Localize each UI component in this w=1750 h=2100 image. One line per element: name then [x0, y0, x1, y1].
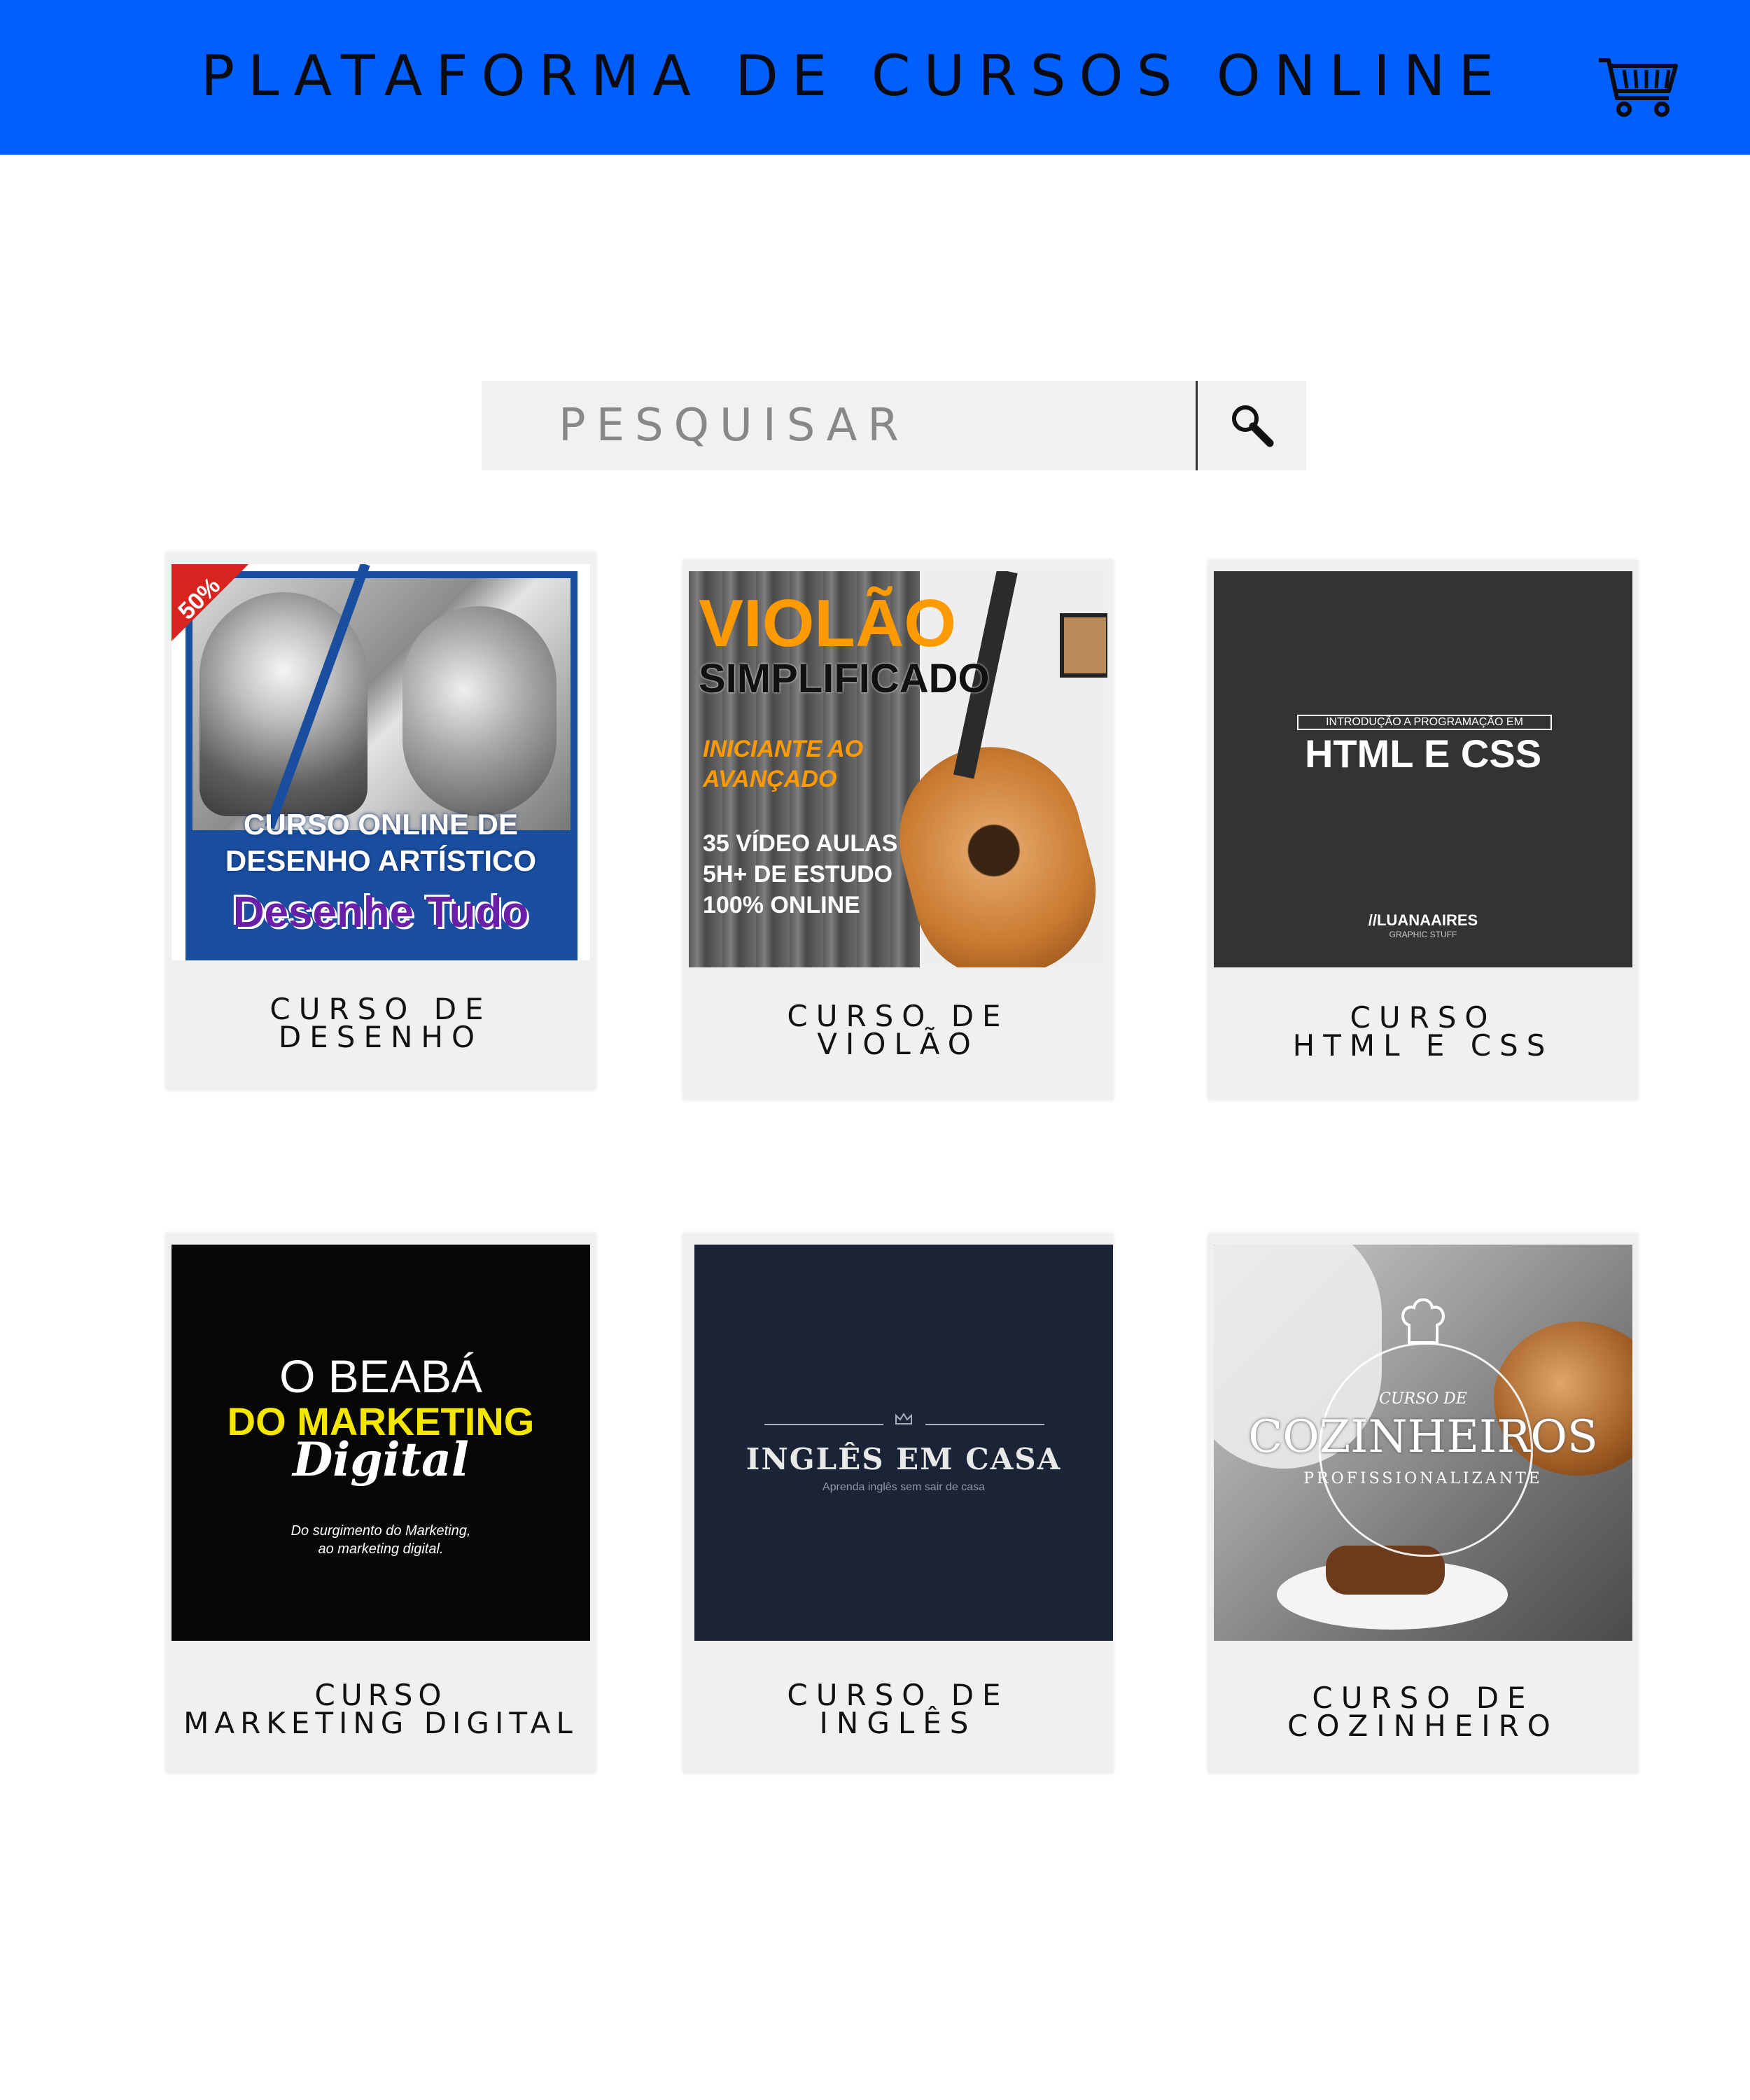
magnifier-icon: [1231, 405, 1273, 447]
thumb-brand-sub: GRAPHIC STUFF: [1389, 930, 1457, 939]
course-title-line1: CURSO: [1350, 1000, 1497, 1035]
thumb-title: VIOLÃO: [699, 586, 957, 661]
thumb-overline: INTRODUÇÃO A PROGRAMAÇÃO EM: [1297, 715, 1552, 730]
crown-icon: [895, 1413, 913, 1425]
chef-hat-icon: [1399, 1294, 1448, 1350]
thumb-title: COZINHEIROS: [1248, 1411, 1598, 1463]
course-title-violao: CURSO DE VIOLÃO: [683, 999, 1113, 1061]
page-title: PLATAFORMA DE CURSOS ONLINE: [200, 43, 1508, 108]
search-button[interactable]: [1198, 381, 1306, 470]
thumb-subtitle: PROFISSIONALIZANTE: [1303, 1470, 1543, 1488]
thumb-subtitle: Desenhe Tudo: [232, 888, 529, 937]
course-title-line2: MARKETING DIGITAL: [183, 1706, 578, 1740]
search-input[interactable]: [482, 381, 1196, 470]
thumb-info3: 100% ONLINE: [703, 892, 860, 918]
thumb-desc1: Do surgimento do Marketing,: [290, 1523, 471, 1539]
top-bar: PLATAFORMA DE CURSOS ONLINE: [0, 0, 1750, 155]
course-title-cozinheiro: CURSO DE COZINHEIRO: [1208, 1681, 1638, 1743]
course-card-cozinheiro[interactable]: CURSO DE COZINHEIROS PROFISSIONALIZANTE …: [1208, 1233, 1638, 1773]
course-title-html-css: CURSO HTML E CSS: [1208, 1000, 1638, 1063]
thumb-brand: //LUANAAIRES: [1368, 911, 1478, 929]
thumb-desc2: ao marketing digital.: [318, 1541, 444, 1557]
thumb-title-line2: DESENHO ARTÍSTICO: [225, 844, 537, 877]
thumb-title: INGLÊS EM CASA: [746, 1442, 1062, 1476]
thumb-tag-line1: INICIANTE AO: [703, 736, 864, 762]
shopping-cart-icon[interactable]: [1596, 55, 1680, 118]
course-thumbnail-desenho: 50% CURSO ONLINE DE DESENHO ARTÍSTICO De…: [172, 564, 590, 960]
search-bar: [482, 381, 1306, 470]
course-card-marketing[interactable]: O BEABÁ DO MARKETING Digital Do surgimen…: [166, 1233, 596, 1773]
thumb-line1: O BEABÁ: [279, 1350, 482, 1402]
course-title-line2: DESENHO: [278, 1020, 484, 1054]
course-card-ingles[interactable]: INGLÊS EM CASA Aprenda inglês sem sair d…: [683, 1233, 1113, 1773]
thumb-title-line1: CURSO ONLINE DE: [243, 808, 519, 841]
course-title-ingles: CURSO DE INGLÊS: [683, 1678, 1113, 1740]
thumb-title: HTML E CSS: [1304, 732, 1542, 776]
course-thumbnail-violao: VIOLÃO SIMPLIFICADO INICIANTE AO AVANÇAD…: [689, 571, 1107, 967]
course-title-marketing: CURSO MARKETING DIGITAL: [166, 1678, 596, 1740]
course-title-line1: CURSO DE: [787, 999, 1009, 1033]
course-card-violao[interactable]: VIOLÃO SIMPLIFICADO INICIANTE AO AVANÇAD…: [683, 560, 1113, 1100]
course-title-line1: CURSO DE: [270, 992, 492, 1026]
course-card-desenho[interactable]: 50% CURSO ONLINE DE DESENHO ARTÍSTICO De…: [166, 553, 596, 1090]
course-thumbnail-html-css: INTRODUÇÃO A PROGRAMAÇÃO EM HTML E CSS /…: [1214, 571, 1632, 967]
course-title-line1: CURSO DE: [787, 1678, 1009, 1712]
course-title-line1: CURSO DE: [1312, 1681, 1534, 1715]
course-thumbnail-marketing: O BEABÁ DO MARKETING Digital Do surgimen…: [172, 1245, 590, 1641]
thumb-info1: 35 VÍDEO AULAS: [703, 830, 898, 857]
thumb-info2: 5H+ DE ESTUDO: [703, 861, 893, 888]
course-title-line2: VIOLÃO: [817, 1027, 979, 1061]
course-title-line2: HTML E CSS: [1292, 1028, 1554, 1063]
course-title-line2: INGLÊS: [819, 1706, 977, 1740]
thumb-tag-line2: AVANÇADO: [703, 766, 837, 792]
course-card-html-css[interactable]: INTRODUÇÃO A PROGRAMAÇÃO EM HTML E CSS /…: [1208, 560, 1638, 1100]
thumb-overline: CURSO DE: [1379, 1390, 1467, 1408]
course-title-line1: CURSO: [314, 1678, 447, 1712]
thumb-subtitle: Aprenda inglês sem sair de casa: [822, 1481, 986, 1493]
course-thumbnail-ingles: INGLÊS EM CASA Aprenda inglês sem sair d…: [694, 1245, 1113, 1641]
course-title-line2: COZINHEIRO: [1287, 1709, 1559, 1743]
thumb-subtitle: SIMPLIFICADO: [699, 656, 990, 701]
course-thumbnail-cozinheiro: CURSO DE COZINHEIROS PROFISSIONALIZANTE: [1214, 1245, 1632, 1641]
course-title-desenho: CURSO DE DESENHO: [166, 992, 596, 1054]
thumb-line3: Digital: [293, 1432, 469, 1487]
